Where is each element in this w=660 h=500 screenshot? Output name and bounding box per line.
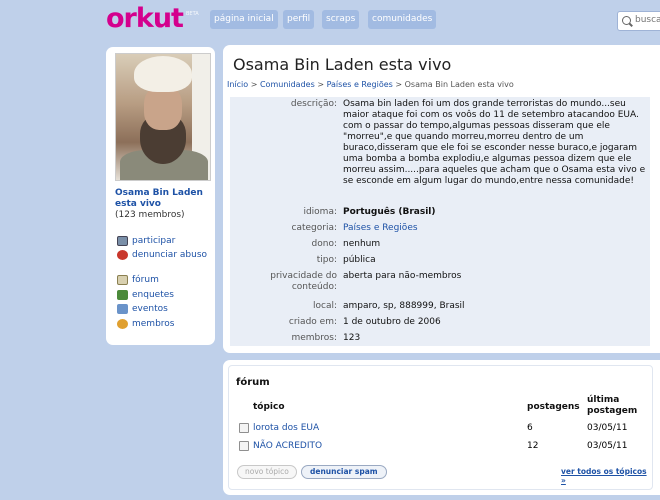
field-label: categoria: (291, 223, 338, 233)
report-abuse-icon (117, 250, 128, 260)
field-label: criado em: (288, 317, 337, 327)
community-details: descrição: Osama bin laden foi um dos gr… (230, 97, 650, 346)
table-row: NÃO ACREDITO 12 03/05/11 (229, 438, 654, 454)
members-value: 123 (343, 333, 361, 343)
community-photo[interactable] (115, 53, 211, 181)
posts-column-header: postagens (527, 402, 580, 412)
participate-icon (117, 236, 128, 246)
polls-link[interactable]: enquetes (117, 290, 174, 300)
field-label: local: (312, 301, 337, 311)
topic-link[interactable]: lorota dos EUA (253, 420, 319, 436)
field-label: membros: (291, 333, 337, 343)
orkut-logo[interactable]: orkut (106, 3, 184, 34)
field-label: idioma: (303, 207, 337, 217)
top-bar: orkut BETA página inicial perfil scraps … (0, 0, 660, 40)
logo-beta-badge: BETA (186, 11, 199, 17)
breadcrumb-category[interactable]: Países e Regiões (327, 80, 393, 89)
topic-link[interactable]: NÃO ACREDITO (253, 438, 322, 454)
location-value: amparo, sp, 888999, Brasil (343, 301, 465, 311)
topic-checkbox[interactable] (239, 423, 249, 433)
field-label: descrição: (290, 99, 337, 109)
community-name-link[interactable]: Osama Bin Laden esta vivo (115, 188, 210, 210)
search-icon[interactable] (622, 16, 631, 25)
last-post-column-header: última postagem (587, 395, 638, 416)
community-info-panel: Osama Bin Laden esta vivo Início > Comun… (223, 45, 660, 353)
topic-posts: 6 (527, 423, 533, 433)
breadcrumb: Início > Comunidades > Países e Regiões … (227, 80, 514, 89)
table-row: lorota dos EUA 6 03/05/11 (229, 420, 654, 436)
breadcrumb-communities[interactable]: Comunidades (260, 80, 315, 89)
community-sidebar: Osama Bin Laden esta vivo (123 membros) … (106, 47, 215, 345)
forum-box: fórum tópico postagens última postagem l… (228, 365, 653, 490)
field-label: tipo: (316, 255, 337, 265)
topic-column-header: tópico (253, 402, 285, 412)
forum-title: fórum (236, 377, 270, 388)
events-link-label[interactable]: eventos (132, 304, 168, 314)
language-value: Português (Brasil) (343, 207, 436, 217)
field-label: privacidade do conteúdo: (270, 271, 337, 292)
members-link-label[interactable]: membros (132, 319, 174, 329)
forum-icon (117, 275, 128, 285)
forum-link[interactable]: fórum (117, 275, 159, 285)
owner-value: nenhum (343, 239, 381, 249)
field-label: dono: (311, 239, 337, 249)
members-link[interactable]: membros (117, 319, 174, 329)
breadcrumb-home[interactable]: Início (227, 80, 248, 89)
privacy-value: aberta para não-membros (343, 271, 462, 281)
community-members-count: (123 membros) (115, 210, 185, 220)
search-box[interactable] (617, 11, 660, 31)
join-community-label[interactable]: participar (132, 236, 175, 246)
topic-checkbox[interactable] (239, 441, 249, 451)
topic-last-post: 03/05/11 (587, 441, 628, 451)
new-topic-button[interactable]: novo tópico (237, 465, 297, 479)
report-abuse-link[interactable]: denunciar abuso (117, 250, 207, 260)
type-value: pública (343, 255, 376, 265)
topic-posts: 12 (527, 441, 539, 451)
forum-panel: fórum tópico postagens última postagem l… (223, 360, 660, 495)
nav-home[interactable]: página inicial (210, 10, 278, 29)
events-link[interactable]: eventos (117, 304, 168, 314)
description-text: Osama bin laden foi um dos grande terror… (343, 99, 646, 186)
join-community-link[interactable]: participar (117, 236, 175, 246)
report-spam-button[interactable]: denunciar spam (301, 465, 387, 479)
nav-profile[interactable]: perfil (283, 10, 315, 29)
search-input[interactable] (635, 15, 660, 25)
polls-icon (117, 290, 128, 300)
page-title: Osama Bin Laden esta vivo (233, 55, 452, 74)
topic-last-post: 03/05/11 (587, 423, 628, 433)
breadcrumb-current: Osama Bin Laden esta vivo (404, 80, 514, 89)
members-icon (117, 319, 128, 329)
created-value: 1 de outubro de 2006 (343, 317, 441, 327)
forum-link-label[interactable]: fórum (132, 275, 159, 285)
polls-link-label[interactable]: enquetes (132, 290, 174, 300)
category-link[interactable]: Países e Regiões (343, 223, 646, 234)
report-abuse-label[interactable]: denunciar abuso (132, 250, 207, 260)
nav-communities[interactable]: comunidades (368, 10, 437, 29)
nav-scraps[interactable]: scraps (322, 10, 360, 29)
see-all-topics-link[interactable]: ver todos os tópicos » (561, 467, 652, 485)
events-icon (117, 304, 128, 314)
